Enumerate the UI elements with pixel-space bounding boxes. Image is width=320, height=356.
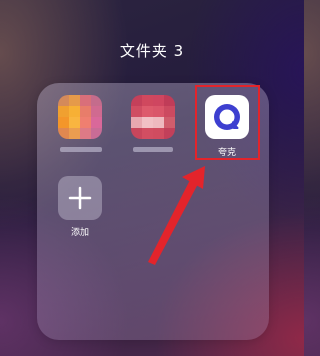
app-blurred-1[interactable] bbox=[58, 95, 102, 155]
app-add[interactable]: 添加 bbox=[58, 176, 102, 238]
blurred-app-icon bbox=[58, 95, 102, 139]
blurred-app-icon bbox=[131, 95, 175, 139]
add-button-icon bbox=[58, 176, 102, 220]
blurred-app-label bbox=[60, 147, 102, 152]
folder-title: 文件夹 3 bbox=[119, 42, 185, 60]
add-app-label: 添加 bbox=[70, 228, 89, 238]
app-blurred-2[interactable] bbox=[131, 95, 175, 155]
blurred-app-label bbox=[133, 147, 173, 152]
annotation-highlight-box bbox=[195, 85, 260, 160]
plus-icon bbox=[68, 186, 92, 210]
